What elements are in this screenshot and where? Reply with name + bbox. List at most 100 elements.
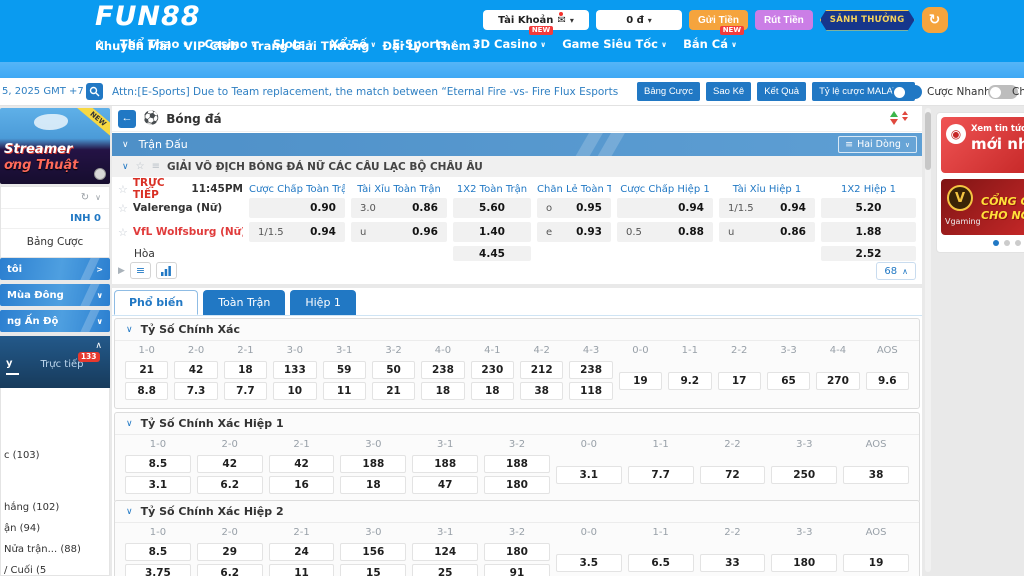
odds-cell[interactable]: 21 — [372, 382, 415, 400]
odds-cell[interactable]: 42 — [174, 361, 217, 379]
nav-item-vip-club[interactable]: VIP Club — [184, 39, 238, 53]
odds-cell[interactable]: 7.7 — [628, 466, 694, 484]
balance-dropdown[interactable]: 0 đ ▾ — [596, 10, 682, 30]
sao-ke-button[interactable]: Sao Kê — [706, 82, 751, 101]
odds-cell[interactable]: 18 — [421, 382, 464, 400]
odds-cell[interactable]: 3.75 — [125, 564, 191, 576]
carousel-dot[interactable] — [1015, 240, 1021, 246]
odds-cell[interactable]: 238 — [569, 361, 612, 379]
market-filter-item[interactable]: c (103) — [4, 450, 40, 461]
odds-cell[interactable]: 24 — [269, 543, 335, 561]
vgaming-banner[interactable]: V Vgaming CỔNG GA CHO NG — [941, 179, 1024, 235]
odds-cell[interactable]: 10 — [273, 382, 316, 400]
odds-cell[interactable]: 5.60 — [453, 198, 531, 218]
brand-logo[interactable]: FUN88 — [95, 1, 201, 32]
odds-cell[interactable]: 38 — [520, 382, 563, 400]
odds-cell[interactable]: 17 — [718, 372, 761, 390]
odds-cell[interactable]: 124 — [412, 543, 478, 561]
sidebar-link-mua-ong[interactable]: Mùa Đông∨ — [0, 284, 110, 306]
odds-cell[interactable]: 3.1 — [556, 466, 622, 484]
tab-pho-bien[interactable]: Phổ biến — [114, 290, 198, 315]
odds-cell[interactable]: 3.5 — [556, 554, 622, 572]
list-view-button[interactable]: ≡ — [130, 262, 151, 279]
ket-qua-button[interactable]: Kết Quả — [757, 82, 806, 101]
more-markets-button[interactable]: 68 ∧ — [876, 262, 916, 280]
news-banner[interactable]: ◉ Xem tin tức thể tha mới nhất — [941, 117, 1024, 173]
scrollbar-thumb[interactable] — [925, 112, 931, 170]
odds-cell[interactable]: 4.45 — [453, 246, 531, 261]
odds-cell[interactable]: 5.20 — [821, 198, 916, 218]
odds-cell[interactable]: 250 — [771, 466, 837, 484]
nav-item-them[interactable]: Thêm∨ — [435, 39, 480, 53]
nav-item-ai-ly[interactable]: Đại Lý — [382, 39, 421, 53]
odds-sort-icon[interactable] — [890, 111, 908, 125]
market-filter-item[interactable]: Nửa trận... (88) — [4, 544, 81, 555]
odds-cell[interactable]: 19 — [619, 372, 662, 390]
odds-cell[interactable]: 3.1 — [125, 476, 191, 494]
play-icon[interactable]: ▶ — [118, 266, 125, 276]
star-icon[interactable]: ☆ — [136, 161, 145, 172]
sidebar-tab-left[interactable]: y — [6, 358, 19, 375]
back-button[interactable]: ← — [118, 110, 136, 128]
market-filter-item[interactable]: / Cuối (5 — [4, 565, 46, 576]
pin-icon[interactable]: ≡ — [152, 161, 160, 172]
tab-toan-tran[interactable]: Toàn Trận — [203, 290, 285, 315]
odds-cell[interactable]: 18 — [340, 476, 406, 494]
match-section-bar[interactable]: ∨ Trận Đấu ≡ Hai Dòng ∨ — [112, 133, 922, 156]
bang-cuoc-button[interactable]: Bảng Cược — [637, 82, 700, 101]
odds-cell[interactable]: 180 — [484, 543, 550, 561]
odds-cell[interactable]: 42 — [269, 455, 335, 473]
star-icon[interactable]: ☆ — [118, 202, 128, 215]
star-icon[interactable]: ☆ — [118, 183, 128, 196]
odds-cell[interactable]: 18 — [471, 382, 514, 400]
odds-cell[interactable]: 6.5 — [628, 554, 694, 572]
odds-cell[interactable]: 6.2 — [197, 564, 263, 576]
row-mode-dropdown[interactable]: ≡ Hai Dòng ∨ — [838, 136, 917, 153]
refresh-icon[interactable]: ↻ — [81, 192, 89, 203]
odds-cell[interactable]: 230 — [471, 361, 514, 379]
odds-cell[interactable]: 180 — [771, 554, 837, 572]
score-section-header[interactable]: ∨Tỷ Số Chính Xác Hiệp 2 — [115, 501, 919, 523]
score-section-header[interactable]: ∨Tỷ Số Chính Xác Hiệp 1 — [115, 413, 919, 435]
odds-cell[interactable]: 15 — [340, 564, 406, 576]
odds-cell[interactable]: 212 — [520, 361, 563, 379]
odds-cell[interactable]: 270 — [816, 372, 859, 390]
market-filter-item[interactable]: hắng (102) — [4, 502, 59, 513]
odds-cell[interactable]: 21 — [125, 361, 168, 379]
odds-cell[interactable]: 7.3 — [174, 382, 217, 400]
withdraw-button[interactable]: Rút Tiền — [755, 10, 813, 30]
support-icon[interactable]: ↻ — [922, 7, 948, 33]
odds-cell[interactable]: 133 — [273, 361, 316, 379]
odds-cell[interactable]: 1.40 — [453, 222, 531, 242]
carousel-dot[interactable] — [1004, 240, 1010, 246]
odds-cell[interactable]: 25 — [412, 564, 478, 576]
odds-cell[interactable]: 38 — [843, 466, 909, 484]
odds-cell[interactable]: 8.8 — [125, 382, 168, 400]
odds-cell[interactable]: 59 — [323, 361, 366, 379]
odds-cell[interactable]: 16 — [269, 476, 335, 494]
odds-cell[interactable]: 18 — [224, 361, 267, 379]
sidebar-tab-live[interactable]: Trực tiếp 133 — [41, 358, 84, 370]
odds-cell[interactable]: 29 — [197, 543, 263, 561]
odds-cell[interactable]: 156 — [340, 543, 406, 561]
odds-cell[interactable]: 238 — [421, 361, 464, 379]
odds-cell[interactable]: u0.96 — [351, 222, 447, 242]
odds-cell[interactable]: 47 — [412, 476, 478, 494]
league-header[interactable]: ∨ ☆ ≡ GIẢI VÔ ĐỊCH BÓNG ĐÁ NỮ CÁC CÂU LẠ… — [112, 156, 922, 177]
odds-cell[interactable]: u0.86 — [719, 222, 815, 242]
odds-cell[interactable]: 2.52 — [821, 246, 916, 261]
nav-item-trang-giai-thuong[interactable]: Trang Giải Thưởng — [251, 39, 369, 53]
odds-cell[interactable]: 188 — [484, 455, 550, 473]
nav-item-khuyen-mai[interactable]: Khuyến Mãi — [95, 39, 171, 53]
search-button[interactable] — [86, 83, 103, 100]
odds-cell[interactable]: o0.95 — [537, 198, 611, 218]
announcement-ticker[interactable]: Attn:[E-Sports] Due to Team replacement,… — [112, 86, 620, 98]
odds-cell[interactable]: 65 — [767, 372, 810, 390]
odds-cell[interactable]: 9.2 — [668, 372, 711, 390]
chevron-down-icon[interactable]: ∨ — [95, 193, 101, 202]
odds-cell[interactable]: 11 — [323, 382, 366, 400]
sidebar-link-ng-an-o[interactable]: ng Ấn Độ∨ — [0, 310, 110, 332]
odds-cell[interactable]: 9.6 — [866, 372, 909, 390]
odds-cell[interactable]: 91 — [484, 564, 550, 576]
odds-cell[interactable]: 11 — [269, 564, 335, 576]
